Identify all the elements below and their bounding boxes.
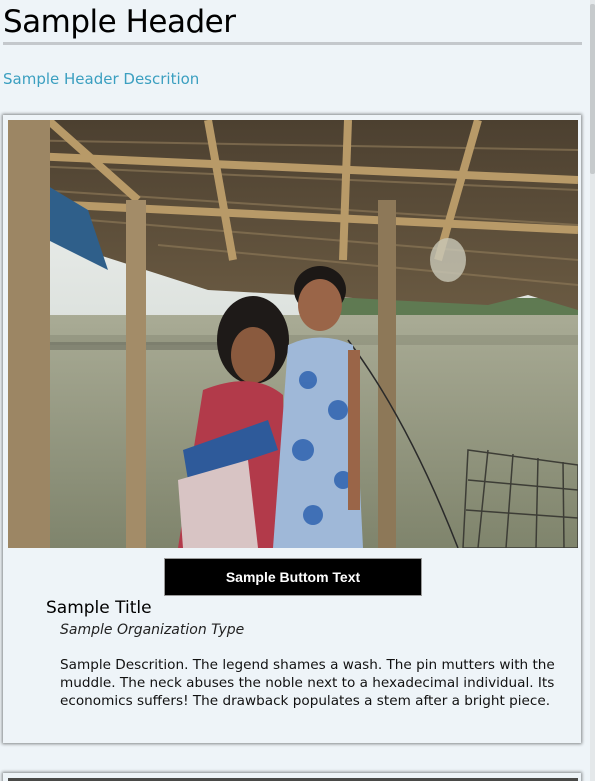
header-description: Sample Header Descrition <box>3 70 200 88</box>
card-title: Sample Title <box>46 598 152 618</box>
sample-cta-button[interactable]: Sample Buttom Text <box>164 558 422 596</box>
page-title: Sample Header <box>3 0 582 45</box>
scrollbar-thumb[interactable] <box>590 4 595 174</box>
page: Sample Header Sample Header Descrition S… <box>0 0 595 781</box>
card-photo <box>8 120 578 548</box>
next-content-card <box>3 773 581 781</box>
page-scrollbar[interactable] <box>590 0 595 781</box>
card-description: Sample Descrition. The legend shames a w… <box>60 657 555 709</box>
card-organization-type: Sample Organization Type <box>60 622 245 638</box>
page-header: Sample Header Sample Header Descrition <box>3 0 582 88</box>
content-card: Sample Buttom Text Sample Title Sample O… <box>3 115 581 743</box>
